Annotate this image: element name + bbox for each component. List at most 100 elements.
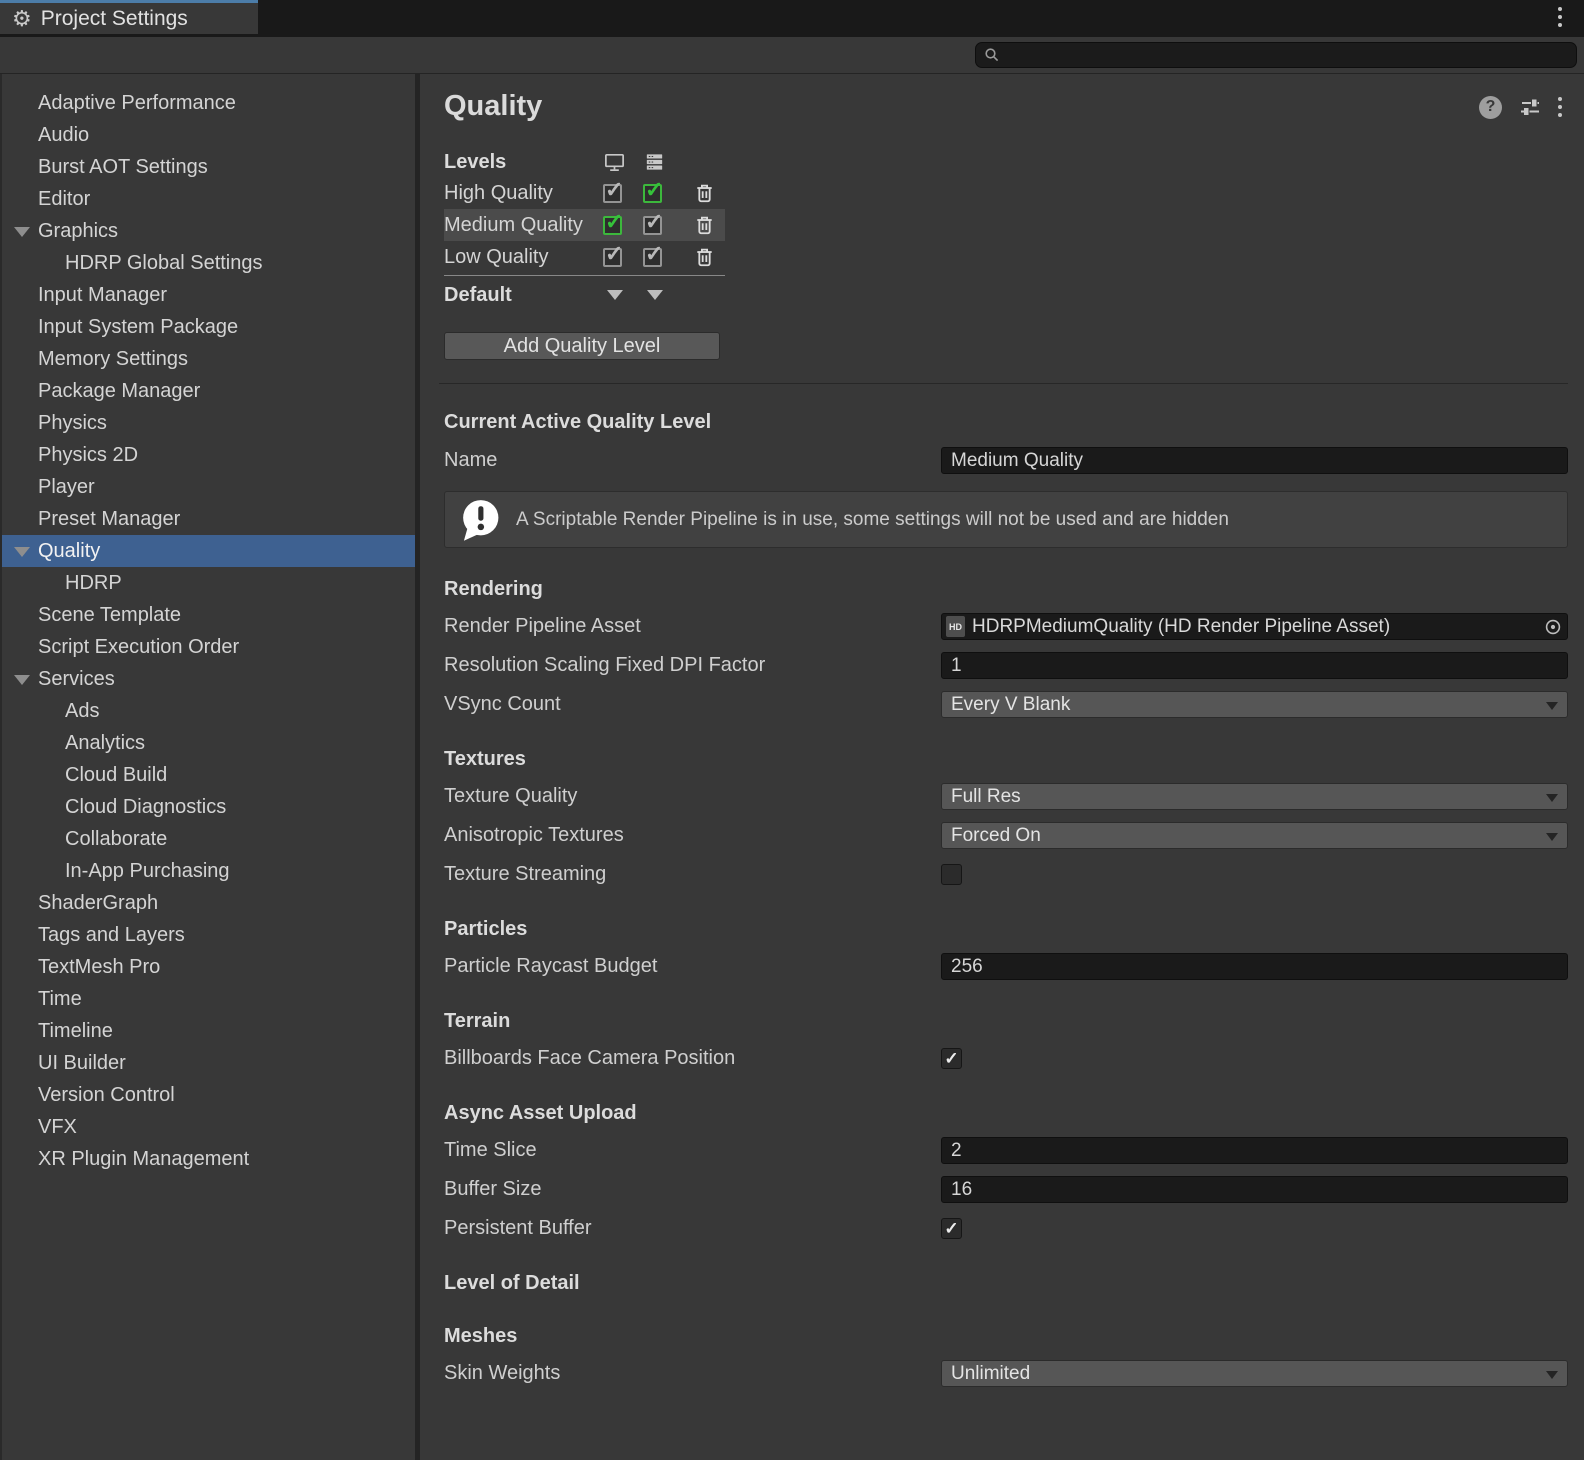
sidebar-item-xr-plugin-management[interactable]: XR Plugin Management [2, 1143, 415, 1175]
default-desktop-dropdown-icon[interactable] [607, 290, 623, 300]
foldout-arrow-icon[interactable] [14, 547, 30, 557]
sidebar-item-timeline[interactable]: Timeline [2, 1015, 415, 1047]
presets-icon[interactable] [1518, 95, 1542, 119]
skin-weights-dropdown[interactable]: Unlimited [941, 1360, 1568, 1387]
sidebar-item-input-system-package[interactable]: Input System Package [2, 311, 415, 343]
default-server-dropdown-icon[interactable] [647, 290, 663, 300]
resolution-scaling-fixed-dpi-factor-input[interactable] [941, 652, 1568, 679]
hdrp-asset-icon: HD [946, 616, 965, 637]
sidebar-item-scene-template[interactable]: Scene Template [2, 599, 415, 631]
sidebar-item-services[interactable]: Services [2, 663, 415, 695]
trash-icon[interactable] [693, 213, 716, 237]
sidebar-item-label: Editor [38, 188, 90, 211]
texture-quality-dropdown[interactable]: Full Res [941, 783, 1568, 810]
sidebar-item-version-control[interactable]: Version Control [2, 1079, 415, 1111]
field-label: Time Slice [444, 1139, 941, 1162]
buffer-size-input[interactable] [941, 1176, 1568, 1203]
sidebar-item-analytics[interactable]: Analytics [2, 727, 415, 759]
window-menu-icon[interactable] [1558, 7, 1562, 27]
platform-checkbox-server[interactable]: ✓ [643, 248, 662, 267]
sidebar-item-burst-aot-settings[interactable]: Burst AOT Settings [2, 151, 415, 183]
form-row-persistent-buffer: Persistent Buffer [444, 1215, 1568, 1242]
name-label: Name [444, 449, 941, 472]
section-header-textures: Textures [444, 748, 1568, 771]
sidebar-item-collaborate[interactable]: Collaborate [2, 823, 415, 855]
tab-project-settings[interactable]: ⚙ Project Settings [0, 0, 258, 34]
sidebar-item-package-manager[interactable]: Package Manager [2, 375, 415, 407]
sidebar-item-textmesh-pro[interactable]: TextMesh Pro [2, 951, 415, 983]
sidebar-item-ui-builder[interactable]: UI Builder [2, 1047, 415, 1079]
sidebar-item-label: Tags and Layers [38, 924, 185, 947]
sidebar-item-hdrp-global-settings[interactable]: HDRP Global Settings [2, 247, 415, 279]
sidebar-item-tags-and-layers[interactable]: Tags and Layers [2, 919, 415, 951]
sidebar-item-label: Memory Settings [38, 348, 188, 371]
sidebar-item-cloud-diagnostics[interactable]: Cloud Diagnostics [2, 791, 415, 823]
search-box[interactable] [975, 42, 1577, 68]
settings-sections: RenderingRender Pipeline AssetHDHDRPMedi… [444, 578, 1568, 1387]
sidebar-item-editor[interactable]: Editor [2, 183, 415, 215]
anisotropic-textures-dropdown[interactable]: Forced On [941, 822, 1568, 849]
sidebar-item-audio[interactable]: Audio [2, 119, 415, 151]
form-row-anisotropic-textures: Anisotropic TexturesForced On [444, 822, 1568, 849]
field-label: Persistent Buffer [444, 1217, 941, 1240]
sidebar-item-shadergraph[interactable]: ShaderGraph [2, 887, 415, 919]
sidebar-item-quality[interactable]: Quality [2, 535, 415, 567]
texture-streaming-checkbox[interactable] [941, 864, 962, 885]
panel-menu-icon[interactable] [1558, 97, 1562, 117]
sidebar-item-input-manager[interactable]: Input Manager [2, 279, 415, 311]
sidebar-item-physics-2d[interactable]: Physics 2D [2, 439, 415, 471]
sidebar-item-label: Scene Template [38, 604, 181, 627]
search-input[interactable] [1006, 45, 1568, 65]
foldout-arrow-icon[interactable] [14, 675, 30, 685]
sidebar-item-hdrp[interactable]: HDRP [2, 567, 415, 599]
sidebar-item-adaptive-performance[interactable]: Adaptive Performance [2, 87, 415, 119]
sidebar-item-ads[interactable]: Ads [2, 695, 415, 727]
quality-level-row-high-quality[interactable]: High Quality✓✓ [444, 177, 725, 209]
billboards-face-camera-position-checkbox[interactable] [941, 1048, 962, 1069]
page-title: Quality [444, 89, 542, 123]
foldout-arrow-icon[interactable] [14, 227, 30, 237]
checkmark: ✓ [645, 209, 663, 235]
sidebar-item-label: Preset Manager [38, 508, 180, 531]
platform-checkbox-server[interactable]: ✓ [643, 216, 662, 235]
sidebar-item-vfx[interactable]: VFX [2, 1111, 415, 1143]
platform-checkbox-desktop[interactable]: ✓ [603, 248, 622, 267]
trash-icon[interactable] [693, 181, 716, 205]
render-pipeline-asset-object-field[interactable]: HDHDRPMediumQuality (HD Render Pipeline … [941, 613, 1568, 640]
toolbar [0, 37, 1584, 74]
sidebar-item-player[interactable]: Player [2, 471, 415, 503]
field-label: Texture Quality [444, 785, 941, 808]
particle-raycast-budget-input[interactable] [941, 953, 1568, 980]
quality-name-input[interactable] [941, 447, 1568, 474]
quality-levels-table: Levels High Quality✓✓Medium Quality✓✓Low… [444, 147, 1568, 360]
sidebar-item-cloud-build[interactable]: Cloud Build [2, 759, 415, 791]
sidebar-item-label: ShaderGraph [38, 892, 158, 915]
form-row-texture-quality: Texture QualityFull Res [444, 783, 1568, 810]
sidebar-item-script-execution-order[interactable]: Script Execution Order [2, 631, 415, 663]
sidebar-item-time[interactable]: Time [2, 983, 415, 1015]
persistent-buffer-checkbox[interactable] [941, 1218, 962, 1239]
object-picker-icon[interactable] [1542, 616, 1564, 638]
vsync-count-dropdown[interactable]: Every V Blank [941, 691, 1568, 718]
platform-checkbox-desktop[interactable]: ✓ [603, 216, 622, 235]
quality-level-row-low-quality[interactable]: Low Quality✓✓ [444, 241, 725, 273]
checkmark: ✓ [605, 177, 623, 203]
time-slice-input[interactable] [941, 1137, 1568, 1164]
trash-icon[interactable] [693, 245, 716, 269]
quality-level-row-medium-quality[interactable]: Medium Quality✓✓ [444, 209, 725, 241]
help-icon[interactable]: ? [1479, 96, 1502, 119]
sidebar-item-label: Input Manager [38, 284, 167, 307]
sidebar-item-preset-manager[interactable]: Preset Manager [2, 503, 415, 535]
field-label: Anisotropic Textures [444, 824, 941, 847]
sidebar-item-graphics[interactable]: Graphics [2, 215, 415, 247]
field-label: Particle Raycast Budget [444, 955, 941, 978]
sidebar-item-physics[interactable]: Physics [2, 407, 415, 439]
sidebar-item-label: Player [38, 476, 95, 499]
platform-checkbox-desktop[interactable]: ✓ [603, 184, 622, 203]
sidebar-item-label: Time [38, 988, 82, 1011]
platform-checkbox-server[interactable]: ✓ [643, 184, 662, 203]
add-quality-level-button[interactable]: Add Quality Level [444, 332, 720, 360]
sidebar-item-label: Input System Package [38, 316, 238, 339]
sidebar-item-in-app-purchasing[interactable]: In-App Purchasing [2, 855, 415, 887]
sidebar-item-memory-settings[interactable]: Memory Settings [2, 343, 415, 375]
